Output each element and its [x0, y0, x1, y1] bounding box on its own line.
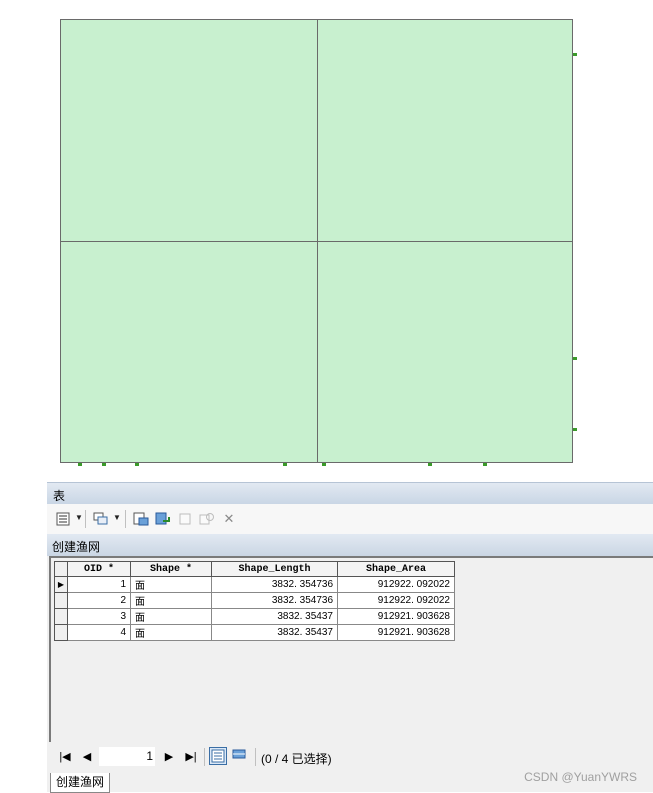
window-title-bar[interactable]: 表	[47, 482, 653, 504]
window-title: 表	[53, 489, 66, 503]
chevron-down-icon[interactable]: ▼	[113, 513, 121, 522]
table-toolbar: ▼ ▼ ✕	[47, 504, 653, 534]
cell-oid[interactable]: 2	[67, 592, 131, 609]
record-navigation-bar: |◀ ◀ 1 ▶ ▶| (0 / 4 已选择)	[47, 742, 653, 772]
layer-name-bar: 创建渔网	[47, 534, 653, 556]
switch-selection-icon[interactable]	[153, 510, 173, 528]
toolbar-divider	[255, 748, 256, 766]
table-options-icon[interactable]	[53, 510, 73, 528]
next-record-icon[interactable]: ▶	[161, 750, 177, 763]
current-record-input[interactable]: 1	[99, 747, 155, 766]
cell-shape[interactable]: 面	[130, 592, 212, 609]
vertex-marker	[573, 53, 577, 56]
attribute-grid[interactable]: OID * Shape * Shape_Length Shape_Area ▶ …	[49, 556, 653, 742]
layer-name: 创建渔网	[52, 540, 101, 554]
last-record-icon[interactable]: ▶|	[183, 750, 199, 763]
toolbar-divider	[85, 510, 86, 528]
vertex-marker	[428, 463, 432, 466]
cell-shape[interactable]: 面	[130, 608, 212, 625]
table-row[interactable]: 2 面 3832. 354736 912922. 092022	[54, 592, 455, 609]
attribute-table: OID * Shape * Shape_Length Shape_Area ▶ …	[54, 561, 455, 641]
column-header-shape-length[interactable]: Shape_Length	[211, 561, 338, 577]
cell-shape-length[interactable]: 3832. 35437	[211, 624, 338, 641]
cell-shape[interactable]: 面	[130, 624, 212, 641]
cell-shape-length[interactable]: 3832. 35437	[211, 608, 338, 625]
cell-shape[interactable]: 面	[130, 576, 212, 593]
vertex-marker	[573, 357, 577, 360]
toolbar-divider	[204, 748, 205, 766]
cell-shape-length[interactable]: 3832. 354736	[211, 592, 338, 609]
delete-selected-icon[interactable]: ✕	[219, 510, 239, 528]
row-selector[interactable]	[54, 608, 68, 625]
column-header-shape-area[interactable]: Shape_Area	[337, 561, 455, 577]
toolbar-divider	[125, 510, 126, 528]
attribute-table-window: 表 ▼ ▼ ✕ 创建渔网 OID * Shape * Shape_Length …	[47, 482, 653, 793]
show-selected-records-icon[interactable]	[231, 747, 249, 765]
vertex-marker	[78, 463, 82, 466]
column-header-oid[interactable]: OID *	[67, 561, 131, 577]
selection-count: (0 / 4 已选择)	[261, 752, 332, 766]
clear-selection-icon[interactable]	[175, 510, 195, 528]
cell-shape-area[interactable]: 912922. 092022	[337, 592, 455, 609]
cell-shape-area[interactable]: 912921. 903628	[337, 624, 455, 641]
watermark: CSDN @YuanYWRS	[524, 770, 637, 784]
vertex-marker	[322, 463, 326, 466]
cell-oid[interactable]: 1	[67, 576, 131, 593]
current-row-arrow-icon[interactable]: ▶	[54, 576, 68, 593]
show-all-records-icon[interactable]	[209, 747, 227, 765]
vertex-marker	[283, 463, 287, 466]
first-record-icon[interactable]: |◀	[57, 750, 73, 763]
map-canvas[interactable]	[0, 0, 653, 482]
grid-line-horizontal	[61, 241, 572, 242]
vertex-marker	[573, 428, 577, 431]
cell-shape-length[interactable]: 3832. 354736	[211, 576, 338, 593]
cell-shape-area[interactable]: 912922. 092022	[337, 576, 455, 593]
fishnet-grid[interactable]	[60, 19, 573, 463]
tab-layer[interactable]: 创建渔网	[50, 773, 111, 793]
zoom-to-selected-icon[interactable]	[197, 510, 217, 528]
vertex-marker	[102, 463, 106, 466]
related-tables-icon[interactable]	[91, 510, 111, 528]
cell-oid[interactable]: 3	[67, 608, 131, 625]
table-header-row: OID * Shape * Shape_Length Shape_Area	[54, 561, 455, 577]
table-row[interactable]: 3 面 3832. 35437 912921. 903628	[54, 608, 455, 625]
cell-shape-area[interactable]: 912921. 903628	[337, 608, 455, 625]
column-header-shape[interactable]: Shape *	[130, 561, 212, 577]
row-selector[interactable]	[54, 624, 68, 641]
cell-oid[interactable]: 4	[67, 624, 131, 641]
row-selector[interactable]	[54, 592, 68, 609]
previous-record-icon[interactable]: ◀	[79, 750, 95, 763]
select-all-corner[interactable]	[54, 561, 68, 577]
chevron-down-icon[interactable]: ▼	[75, 513, 83, 522]
select-by-attributes-icon[interactable]	[131, 510, 151, 528]
table-row[interactable]: ▶ 1 面 3832. 354736 912922. 092022	[54, 576, 455, 593]
vertex-marker	[483, 463, 487, 466]
vertex-marker	[135, 463, 139, 466]
table-row[interactable]: 4 面 3832. 35437 912921. 903628	[54, 624, 455, 641]
